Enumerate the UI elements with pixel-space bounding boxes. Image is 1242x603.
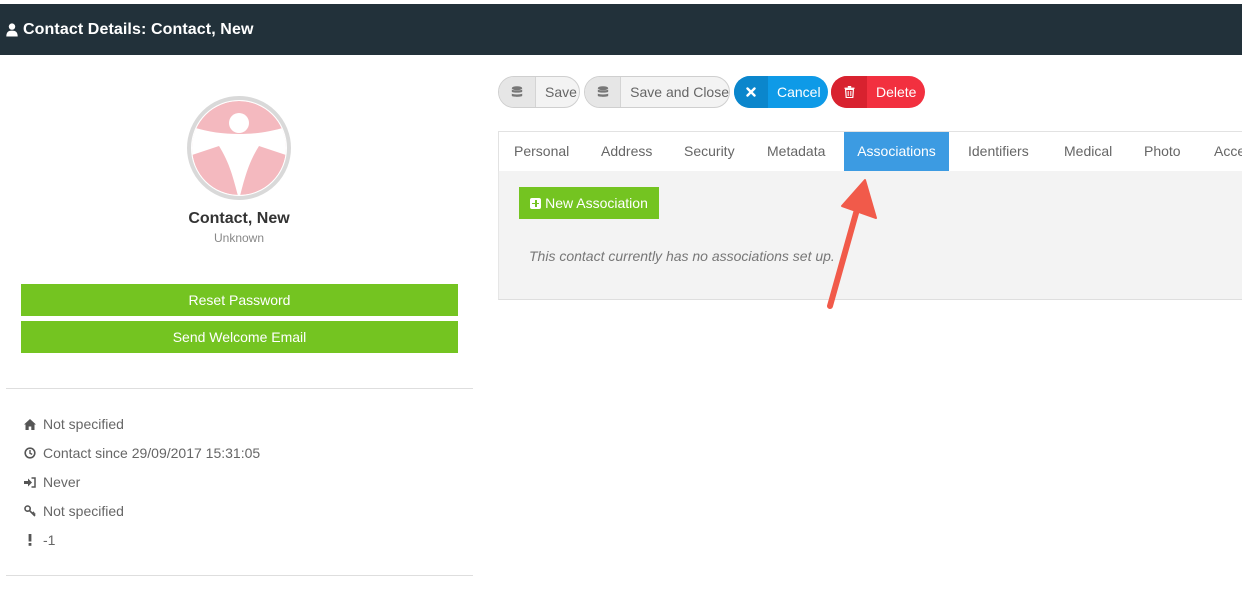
home-icon [24,418,36,430]
contact-since-text: Contact since 29/09/2017 15:31:05 [43,445,261,461]
tab-metadata[interactable]: Metadata [767,132,825,171]
cancel-button-label: Cancel [777,84,821,100]
alert-info-row: -1 [24,532,55,548]
avatar [187,96,291,200]
last-login-text: Never [43,474,81,490]
address-info-row: Not specified [24,416,124,432]
cancel-button[interactable]: Cancel [734,76,828,108]
save-and-close-button[interactable]: Save and Close [584,76,730,108]
address-text: Not specified [43,416,124,432]
last-login-row: Never [24,474,80,490]
tab-bar: Personal Address Security Metadata Assoc… [498,131,1242,171]
sign-in-icon [24,476,36,488]
tab-address[interactable]: Address [601,132,652,171]
empty-associations-message: This contact currently has no associatio… [529,248,835,264]
plus-square-icon [530,197,542,209]
tab-medical[interactable]: Medical [1064,132,1112,171]
tab-identifiers[interactable]: Identifiers [968,132,1029,171]
divider [6,388,473,389]
tab-photo[interactable]: Photo [1144,132,1181,171]
reset-password-button[interactable]: Reset Password [21,284,458,316]
send-welcome-email-button[interactable]: Send Welcome Email [21,321,458,353]
key-info-text: Not specified [43,503,124,519]
annotation-arrow-icon [827,179,877,309]
database-icon [499,77,536,107]
page-header: Contact Details: Contact, New [0,4,1242,55]
user-icon [6,22,18,37]
trash-icon [831,76,867,108]
save-and-close-label: Save and Close [630,84,729,100]
delete-button[interactable]: Delete [831,76,925,108]
key-icon [24,505,36,517]
contact-status: Unknown [213,231,265,245]
alert-info-text: -1 [43,532,56,548]
tab-access[interactable]: Acce [1214,132,1242,171]
exclamation-icon [24,534,36,546]
delete-button-label: Delete [876,84,917,100]
contact-since-row: Contact since 29/09/2017 15:31:05 [24,445,260,461]
tab-security[interactable]: Security [684,132,735,171]
contact-name: Contact, New [188,210,290,227]
save-button[interactable]: Save [498,76,580,108]
tab-associations[interactable]: Associations [844,132,949,171]
save-button-label: Save [545,84,577,100]
tab-personal[interactable]: Personal [514,132,569,171]
divider [6,575,473,576]
new-association-button[interactable]: New Association [519,187,659,219]
key-info-row: Not specified [24,503,124,519]
clock-icon [24,447,36,459]
new-association-label: New Association [545,195,648,211]
close-icon [734,76,768,108]
database-icon [585,77,622,107]
page-title: Contact Details: Contact, New [23,20,254,38]
